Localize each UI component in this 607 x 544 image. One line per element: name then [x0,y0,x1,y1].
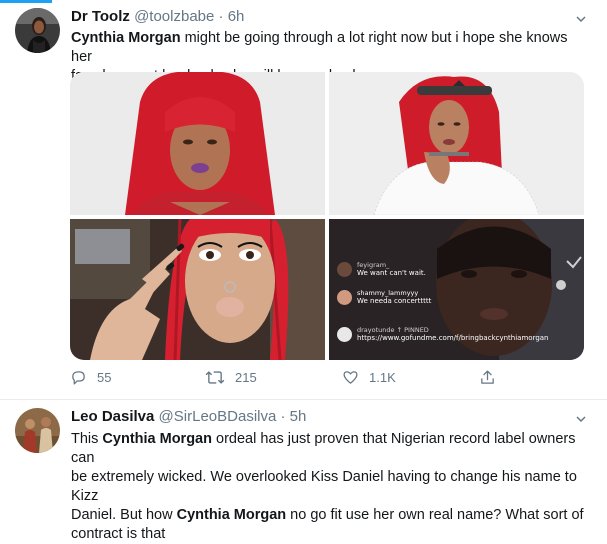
comment-message: We want can't wait. [357,269,426,277]
photo-2[interactable] [329,72,584,215]
tweet-header: Dr Toolz @toolzbabe · 6h [71,8,244,25]
live-comment: shammy_lammyyy We needa concerttttt [337,289,431,305]
avatar [337,289,352,305]
tweet-text-line: Daniel. But how Cynthia Morgan no go fit… [71,506,596,525]
avatar[interactable] [15,408,60,453]
tweet-text-line: be extremely wicked. We overlooked Kiss … [71,469,577,504]
timestamp[interactable]: 6h [228,8,245,25]
text-span: no go fit use her own real name? What so… [286,507,584,523]
tweet[interactable]: Leo Dasilva @SirLeoBDasilva · 5h This Cy… [0,400,607,542]
mention: Cynthia Morgan [71,30,181,46]
mention: Cynthia Morgan [102,431,212,447]
reply-count: 55 [97,370,112,385]
text-span: Daniel. But how [71,507,177,523]
handle[interactable]: @toolzbabe [134,8,214,25]
comment-message: https://www.gofundme.com/f/bringbackcynt… [357,334,549,342]
handle[interactable]: @SirLeoBDasilva [159,408,277,425]
comment-username: shammy_lammyyy [357,289,419,297]
tweet-actions: 55 215 1.1K [70,369,584,389]
share-icon [481,370,494,384]
separator: · [218,8,224,25]
share-button[interactable] [479,369,506,386]
mention: Cynthia Morgan [176,507,287,523]
avatar [337,326,352,342]
pin-icon: ↑ [396,326,403,334]
comment-message: We needa concerttttt [357,297,432,305]
pinned-label: PINNED [404,326,429,334]
avatar[interactable] [15,8,60,53]
retweet-count: 215 [235,370,257,385]
reply-icon [72,371,85,385]
text-span: This [71,431,103,447]
display-name[interactable]: Leo Dasilva [71,408,154,425]
retweet-button[interactable]: 215 [205,369,257,386]
live-comment: feyigram_ We want can't wait. [337,261,426,277]
tweet-text-line: This Cynthia Morgan ordeal has just prov… [71,430,596,468]
timestamp[interactable]: 5h [290,408,307,425]
display-name[interactable]: Dr Toolz [71,8,130,25]
live-comment: drayotunde ↑ PINNED https://www.gofundme… [337,326,549,342]
tweet-text-line: Cynthia Morgan might be going through a … [71,29,591,67]
tweet-text: This Cynthia Morgan ordeal has just prov… [71,430,596,544]
tweet-header: Leo Dasilva @SirLeoBDasilva · 5h [71,408,306,425]
tweet-text-line: contract is that [71,526,166,542]
comment-username: drayotunde [357,326,395,334]
photo-4[interactable]: feyigram_ We want can't wait. shammy_lam… [329,219,584,360]
tweet[interactable]: Dr Toolz @toolzbabe · 6h Cynthia Morgan … [0,0,607,400]
chevron-down-icon[interactable] [575,12,587,24]
avatar [337,261,352,277]
like-button[interactable]: 1.1K [342,369,396,386]
like-icon [343,371,358,384]
separator: · [280,408,286,425]
photo-1[interactable] [70,72,325,215]
media-grid: feyigram_ We want can't wait. shammy_lam… [70,72,584,360]
chevron-down-icon[interactable] [575,412,587,424]
comment-username: feyigram_ [357,261,390,269]
retweet-icon [205,371,225,384]
photo-3[interactable] [70,219,325,360]
like-count: 1.1K [369,370,396,385]
reply-button[interactable]: 55 [70,369,111,386]
comment-username-row: drayotunde ↑ PINNED [357,326,549,334]
